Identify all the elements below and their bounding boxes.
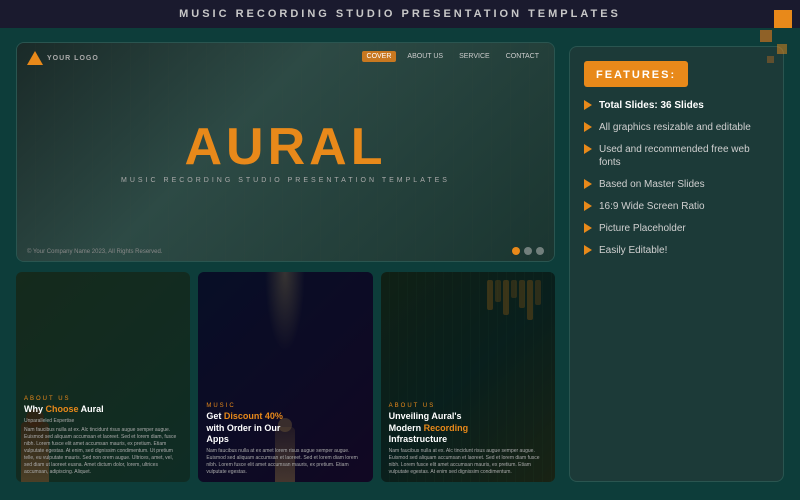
feature-text-2: All graphics resizable and editable xyxy=(599,121,751,134)
logo-label: YOUR LOGO xyxy=(47,55,99,62)
aural-subtitle: MUSIC RECORDING STUDIO PRESENTATION TEMP… xyxy=(121,177,450,184)
page-title-bar: MUSIC RECORDING STUDIO PRESENTATION TEMP… xyxy=(0,0,800,28)
card1-label: ABOUT US xyxy=(24,396,182,402)
logo-triangle-icon xyxy=(27,51,43,65)
slide-indicators xyxy=(512,247,544,255)
feature-arrow-icon-3 xyxy=(584,144,592,154)
dot-1 xyxy=(512,247,520,255)
card3-highlight: Recording xyxy=(424,423,469,433)
feature-item-5: 16:9 Wide Screen Ratio xyxy=(584,200,769,213)
card1-heading: Why Choose Aural xyxy=(24,404,182,416)
feature-arrow-icon-4 xyxy=(584,179,592,189)
right-section: FEATURES: Total Slides: 36 Slides All gr… xyxy=(569,42,784,482)
nav-contact[interactable]: CONTACT xyxy=(501,51,544,62)
card3-heading: Unveiling Aural'sModern RecordingInfrast… xyxy=(389,411,547,446)
card-discount: MUSIC Get Discount 40%with Order in OurA… xyxy=(198,272,372,482)
feature-item-3: Used and recommended free web fonts xyxy=(584,143,769,169)
feature-text-7: Easily Editable! xyxy=(599,244,667,257)
card3-content: ABOUT US Unveiling Aural'sModern Recordi… xyxy=(381,397,555,482)
feature-item-7: Easily Editable! xyxy=(584,244,769,257)
feature-text-1: Total Slides: 36 Slides xyxy=(599,99,704,112)
dot-2 xyxy=(524,247,532,255)
card1-content: ABOUT US Why Choose Aural Unparalleled E… xyxy=(16,390,190,482)
card1-heading-highlight: Choose xyxy=(46,404,79,414)
preview-inner: COVER ABOUT US SERVICE CONTACT YOUR LOGO… xyxy=(17,43,554,261)
card3-label: ABOUT US xyxy=(389,403,547,409)
card-infrastructure: ABOUT US Unveiling Aural'sModern Recordi… xyxy=(381,272,555,482)
card2-content: MUSIC Get Discount 40%with Order in OurA… xyxy=(198,397,372,482)
card2-label: MUSIC xyxy=(206,403,364,409)
features-header-text: FEATURES: xyxy=(596,69,676,81)
features-card: FEATURES: Total Slides: 36 Slides All gr… xyxy=(569,46,784,482)
left-section: COVER ABOUT US SERVICE CONTACT YOUR LOGO… xyxy=(16,42,555,482)
aural-title: AURAL xyxy=(185,121,387,173)
card2-highlight: Discount 40% xyxy=(224,411,283,421)
feature-arrow-icon-7 xyxy=(584,245,592,255)
preview-logo: YOUR LOGO xyxy=(27,51,99,65)
preview-card: COVER ABOUT US SERVICE CONTACT YOUR LOGO… xyxy=(16,42,555,262)
feature-arrow-icon-5 xyxy=(584,201,592,211)
feature-item-2: All graphics resizable and editable xyxy=(584,121,769,134)
nav-about[interactable]: ABOUT US xyxy=(402,51,448,62)
feature-text-6: Picture Placeholder xyxy=(599,222,686,235)
feature-text-3: Used and recommended free web fonts xyxy=(599,143,769,169)
feature-text-5: 16:9 Wide Screen Ratio xyxy=(599,200,705,213)
dot-3 xyxy=(536,247,544,255)
card3-body: Nam faucibus nulla at ex. Alc tincidunt … xyxy=(389,448,547,476)
feature-item-6: Picture Placeholder xyxy=(584,222,769,235)
feature-item-1: Total Slides: 36 Slides xyxy=(584,99,769,112)
feature-bold-1: Total Slides: 36 Slides xyxy=(599,100,704,111)
card1-body: Nam faucibus nulla at ex. Alc tincidunt … xyxy=(24,427,182,476)
feature-item-4: Based on Master Slides xyxy=(584,178,769,191)
nav-cover[interactable]: COVER xyxy=(362,51,397,62)
features-header-badge: FEATURES: xyxy=(584,61,688,87)
main-area: COVER ABOUT US SERVICE CONTACT YOUR LOGO… xyxy=(0,28,800,496)
nav-service[interactable]: SERVICE xyxy=(454,51,495,62)
bottom-cards: ABOUT US Why Choose Aural Unparalleled E… xyxy=(16,272,555,482)
page-title: MUSIC RECORDING STUDIO PRESENTATION TEMP… xyxy=(179,8,621,20)
preview-nav: COVER ABOUT US SERVICE CONTACT xyxy=(362,51,544,62)
card1-subtext: Unparalleled Expertise xyxy=(24,418,182,425)
card-why-choose: ABOUT US Why Choose Aural Unparalleled E… xyxy=(16,272,190,482)
card2-heading: Get Discount 40%with Order in OurApps xyxy=(206,411,364,446)
feature-text-4: Based on Master Slides xyxy=(599,178,705,191)
preview-footer: © Your Company Name 2023, All Rights Res… xyxy=(27,249,163,255)
card2-body: Nam faucibus nulla at ex amet lorem risu… xyxy=(206,448,364,476)
feature-arrow-icon-1 xyxy=(584,100,592,110)
feature-arrow-icon-2 xyxy=(584,122,592,132)
feature-arrow-icon-6 xyxy=(584,223,592,233)
